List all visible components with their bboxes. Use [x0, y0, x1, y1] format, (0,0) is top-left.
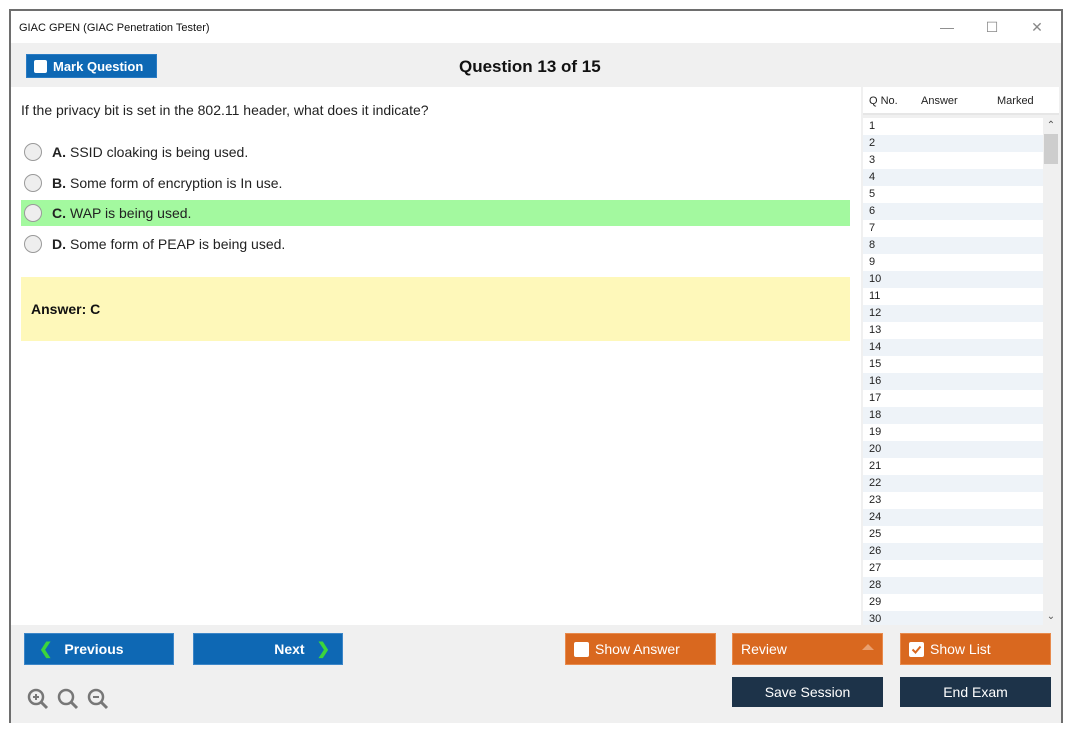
question-list-row[interactable]: 8 [863, 237, 1044, 254]
mark-question-button[interactable]: Mark Question [26, 54, 157, 78]
show-list-toggle[interactable]: Show List [900, 633, 1051, 665]
column-header-qno[interactable]: Q No. [869, 95, 898, 107]
option-text: Some form of PEAP is being used. [70, 236, 285, 252]
question-list-row[interactable]: 17 [863, 390, 1044, 407]
radio-button[interactable] [24, 204, 42, 222]
question-list-row[interactable]: 2 [863, 135, 1044, 152]
option-text: Some form of encryption is In use. [70, 175, 282, 191]
show-answer-label: Show Answer [595, 641, 680, 657]
question-list-row[interactable]: 23 [863, 492, 1044, 509]
minimize-button[interactable]: — [924, 15, 970, 39]
question-list-row[interactable]: 15 [863, 356, 1044, 373]
option-letter: D. [52, 236, 66, 252]
previous-label: Previous [64, 641, 123, 657]
zoom-out-icon[interactable] [86, 687, 110, 711]
radio-button[interactable] [24, 235, 42, 253]
question-list-row[interactable]: 12 [863, 305, 1044, 322]
question-list-row[interactable]: 9 [863, 254, 1044, 271]
question-list-row[interactable]: 20 [863, 441, 1044, 458]
option-a[interactable]: A. SSID cloaking is being used. [21, 139, 850, 165]
scrollbar-thumb[interactable] [1044, 134, 1058, 164]
title-bar: GIAC GPEN (GIAC Penetration Tester) — ☐ … [11, 11, 1061, 43]
zoom-in-icon[interactable] [26, 687, 50, 711]
question-panel: If the privacy bit is set in the 802.11 … [11, 87, 861, 625]
radio-button[interactable] [24, 143, 42, 161]
caret-up-icon [862, 644, 874, 650]
checkbox-icon [34, 60, 47, 73]
footer: ❮ Previous Next ❯ Show Answer Review Sho… [11, 625, 1061, 723]
question-list-row[interactable]: 18 [863, 407, 1044, 424]
question-counter: Question 13 of 15 [459, 57, 601, 77]
option-text: WAP is being used. [70, 205, 191, 221]
question-list-row[interactable]: 4 [863, 169, 1044, 186]
question-list-row[interactable]: 24 [863, 509, 1044, 526]
window-title: GIAC GPEN (GIAC Penetration Tester) [19, 22, 210, 34]
question-list-row[interactable]: 29 [863, 594, 1044, 611]
option-c[interactable]: C. WAP is being used. [21, 200, 850, 226]
maximize-button[interactable]: ☐ [969, 15, 1015, 39]
column-header-marked[interactable]: Marked [997, 95, 1034, 107]
question-text: If the privacy bit is set in the 802.11 … [21, 102, 429, 118]
question-list-row[interactable]: 19 [863, 424, 1044, 441]
question-list-row[interactable]: 11 [863, 288, 1044, 305]
question-list: 1234567891011121314151617181920212223242… [863, 118, 1059, 625]
question-list-row[interactable]: 30 [863, 611, 1044, 625]
question-list-row[interactable]: 7 [863, 220, 1044, 237]
answer-text: Answer: C [31, 301, 100, 317]
checkbox-icon [574, 642, 589, 657]
option-text: SSID cloaking is being used. [70, 144, 248, 160]
app-window: GIAC GPEN (GIAC Penetration Tester) — ☐ … [9, 9, 1063, 723]
review-label: Review [741, 641, 787, 657]
question-list-row[interactable]: 22 [863, 475, 1044, 492]
option-d[interactable]: D. Some form of PEAP is being used. [21, 231, 850, 257]
show-list-label: Show List [930, 641, 991, 657]
close-button[interactable]: ✕ [1014, 15, 1060, 39]
scrollbar[interactable]: ⌃ ⌄ [1043, 118, 1059, 625]
radio-button[interactable] [24, 174, 42, 192]
option-letter: B. [52, 175, 66, 191]
question-list-panel: Q No. Answer Marked 12345678910111213141… [861, 87, 1061, 625]
question-list-row[interactable]: 10 [863, 271, 1044, 288]
question-list-row[interactable]: 14 [863, 339, 1044, 356]
column-header-answer[interactable]: Answer [921, 95, 958, 107]
question-list-header: Q No. Answer Marked [863, 87, 1059, 115]
review-dropdown[interactable]: Review [732, 633, 883, 665]
question-list-row[interactable]: 21 [863, 458, 1044, 475]
end-exam-button[interactable]: End Exam [900, 677, 1051, 707]
question-list-row[interactable]: 26 [863, 543, 1044, 560]
zoom-reset-icon[interactable] [56, 687, 80, 711]
previous-button[interactable]: ❮ Previous [24, 633, 174, 665]
show-answer-toggle[interactable]: Show Answer [565, 633, 716, 665]
toolbar: Mark Question Question 13 of 15 [11, 43, 1061, 87]
question-list-row[interactable]: 6 [863, 203, 1044, 220]
save-session-button[interactable]: Save Session [732, 677, 883, 707]
scroll-down-icon[interactable]: ⌄ [1043, 609, 1059, 625]
checkbox-checked-icon [909, 642, 924, 657]
question-list-row[interactable]: 5 [863, 186, 1044, 203]
zoom-controls [26, 687, 110, 711]
question-list-row[interactable]: 16 [863, 373, 1044, 390]
question-list-row[interactable]: 13 [863, 322, 1044, 339]
option-b[interactable]: B. Some form of encryption is In use. [21, 170, 850, 196]
next-button[interactable]: Next ❯ [193, 633, 343, 665]
question-rows: 1234567891011121314151617181920212223242… [863, 118, 1059, 625]
question-list-row[interactable]: 3 [863, 152, 1044, 169]
option-letter: A. [52, 144, 66, 160]
question-list-row[interactable]: 25 [863, 526, 1044, 543]
question-list-row[interactable]: 27 [863, 560, 1044, 577]
next-label: Next [274, 641, 304, 657]
scroll-up-icon[interactable]: ⌃ [1043, 118, 1059, 134]
mark-question-label: Mark Question [53, 59, 143, 74]
question-list-row[interactable]: 1 [863, 118, 1044, 135]
answer-box: Answer: C [21, 277, 850, 341]
chevron-right-icon: ❯ [317, 639, 330, 659]
option-letter: C. [52, 205, 66, 221]
chevron-left-icon: ❮ [39, 639, 52, 659]
question-list-row[interactable]: 28 [863, 577, 1044, 594]
